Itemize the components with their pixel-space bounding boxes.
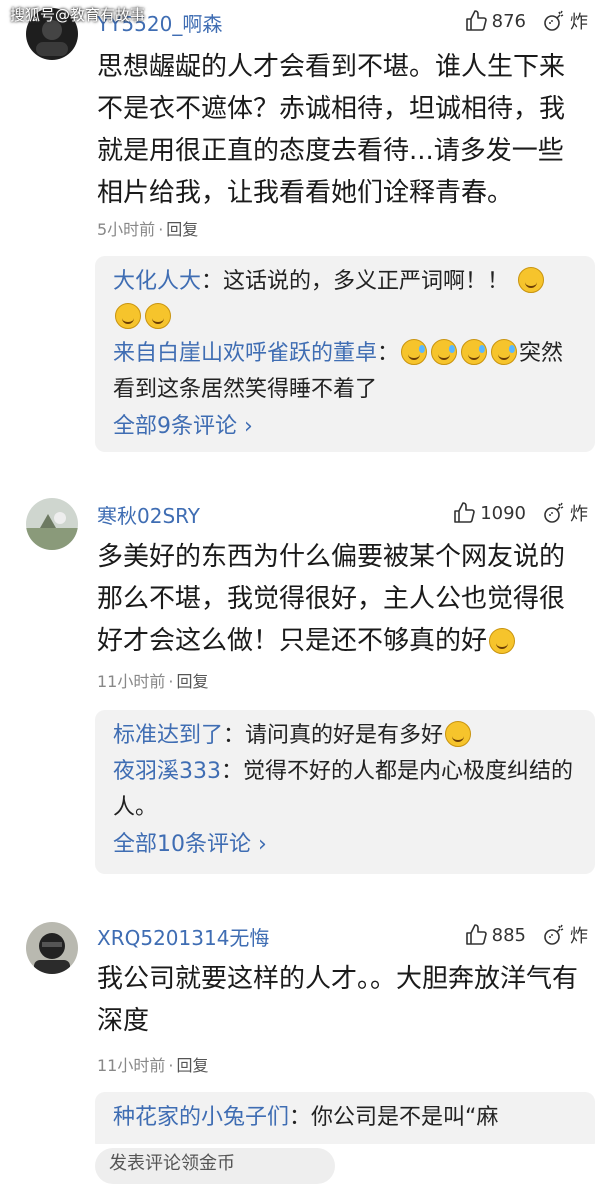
chevron-right-icon: › xyxy=(258,832,267,857)
grin-emoji-icon xyxy=(115,303,141,329)
comment-item: YY5520_啊森 876 炸 思想龌龊的人才会看到不堪。谁人生下来不是衣不遮体… xyxy=(0,0,600,470)
comment-text: 我公司就要这样的人才。。大胆奔放洋气有深度 xyxy=(97,964,579,1036)
dislike-label: 炸 xyxy=(570,926,588,947)
comment-username[interactable]: XRQ5201314无悔 xyxy=(97,922,269,951)
replies-box: 大化人大：这话说的，多义正严词啊！！ 来自白崖山欢呼雀跃的董卓： 突然看到这条居然… xyxy=(95,256,595,452)
view-all-replies-link[interactable]: 全部10条评论 › xyxy=(113,826,577,864)
bomb-icon xyxy=(544,10,564,31)
grin-emoji-icon xyxy=(445,721,472,747)
replies-box: 种花家的小兔子们：你公司是不是叫“麻 xyxy=(95,1092,595,1152)
thumbs-up-icon xyxy=(465,924,487,945)
like-count: 876 xyxy=(491,10,526,32)
like-button[interactable]: 885 xyxy=(464,923,526,947)
comment-input[interactable]: 发表评论领金币 xyxy=(95,1148,335,1184)
grin-emoji-icon xyxy=(145,303,171,329)
dislike-label: 炸 xyxy=(570,12,588,33)
reply-username[interactable]: 种花家的小兔子们 xyxy=(113,1105,289,1130)
reply-item[interactable]: 大化人大：这话说的，多义正严词啊！！ xyxy=(113,264,577,336)
comment-time: 11小时前 xyxy=(97,1056,166,1075)
chevron-right-icon: › xyxy=(244,414,253,439)
reply-text: 你公司是不是叫“麻 xyxy=(311,1105,499,1130)
reply-link[interactable]: 回复 xyxy=(166,220,198,239)
reply-item[interactable]: 夜羽溪333：觉得不好的人都是内心极度纠结的人。 xyxy=(113,754,577,826)
reply-username[interactable]: 夜羽溪333 xyxy=(113,759,221,784)
reply-item[interactable]: 种花家的小兔子们：你公司是不是叫“麻 xyxy=(113,1100,577,1136)
reply-username[interactable]: 来自白崖山欢呼雀跃的董卓 xyxy=(113,341,377,366)
grin-emoji-icon xyxy=(489,628,516,654)
comment-meta: 11小时前 · 回复 xyxy=(97,1056,209,1075)
thumbs-up-icon xyxy=(454,502,475,523)
like-button[interactable]: 1090 xyxy=(452,501,526,525)
reply-item[interactable]: 标准达到了：请问真的好是有多好 xyxy=(113,718,577,754)
comment-username[interactable]: 寒秋02SRY xyxy=(97,500,200,529)
comment-time: 11小时前 xyxy=(97,672,166,691)
avatar[interactable] xyxy=(26,922,78,974)
comment-meta: 5小时前 · 回复 xyxy=(97,220,199,239)
bomb-icon xyxy=(544,924,564,945)
grin-emoji-icon xyxy=(518,267,545,293)
bomb-icon xyxy=(544,502,564,523)
comment-actions: 1090 炸 xyxy=(452,500,588,526)
laugh-cry-emoji-icon xyxy=(431,339,458,365)
view-all-label: 全部9条评论 xyxy=(113,414,237,439)
comment-meta: 11小时前 · 回复 xyxy=(97,672,209,691)
comment-time: 5小时前 xyxy=(97,220,156,239)
view-all-label: 全部10条评论 xyxy=(113,832,251,857)
dislike-button[interactable]: 炸 xyxy=(542,922,588,948)
replies-box: 标准达到了：请问真的好是有多好 夜羽溪333：觉得不好的人都是内心极度纠结的人。… xyxy=(95,710,595,874)
reply-text: 这话说的，多义正严词啊！！ xyxy=(223,269,510,294)
comment-actions: 876 炸 xyxy=(464,8,588,34)
like-count: 1090 xyxy=(480,502,526,524)
view-all-replies-link[interactable]: 全部9条评论 › xyxy=(113,408,577,446)
bottom-bar: 发表评论领金币 xyxy=(0,1144,600,1184)
like-button[interactable]: 876 xyxy=(464,9,526,33)
laugh-cry-emoji-icon xyxy=(401,339,428,365)
comment-text: 思想龌龊的人才会看到不堪。谁人生下来不是衣不遮体？赤诚相待，坦诚相待，我就是用很… xyxy=(97,52,566,208)
reply-item[interactable]: 来自白崖山欢呼雀跃的董卓： 突然看到这条居然笑得睡不着了 xyxy=(113,336,577,408)
comment-text: 多美好的东西为什么偏要被某个网友说的那么不堪，我觉得很好，主人公也觉得很好才会这… xyxy=(97,542,566,656)
dislike-button[interactable]: 炸 xyxy=(542,8,588,34)
reply-link[interactable]: 回复 xyxy=(176,672,208,691)
dislike-button[interactable]: 炸 xyxy=(542,500,588,526)
reply-username[interactable]: 大化人大 xyxy=(113,269,201,294)
like-count: 885 xyxy=(491,924,526,946)
reply-text: 请问真的好是有多好 xyxy=(245,723,444,748)
avatar[interactable] xyxy=(26,498,78,550)
comment-item: 寒秋02SRY 1090 炸 多美好的东西为什么偏要被某个网友说的那么不堪，我觉… xyxy=(0,490,600,890)
watermark: 搜狐号@教育有故事 xyxy=(10,6,146,24)
dislike-label: 炸 xyxy=(570,504,588,525)
comment-actions: 885 炸 xyxy=(464,922,588,948)
laugh-cry-emoji-icon xyxy=(491,339,518,365)
comment-item: XRQ5201314无悔 885 炸 我公司就要这样的人才。。大胆奔放洋气有深度… xyxy=(0,912,600,1152)
reply-link[interactable]: 回复 xyxy=(176,1056,208,1075)
reply-username[interactable]: 标准达到了 xyxy=(113,723,223,748)
laugh-cry-emoji-icon xyxy=(461,339,488,365)
thumbs-up-icon xyxy=(465,10,487,31)
